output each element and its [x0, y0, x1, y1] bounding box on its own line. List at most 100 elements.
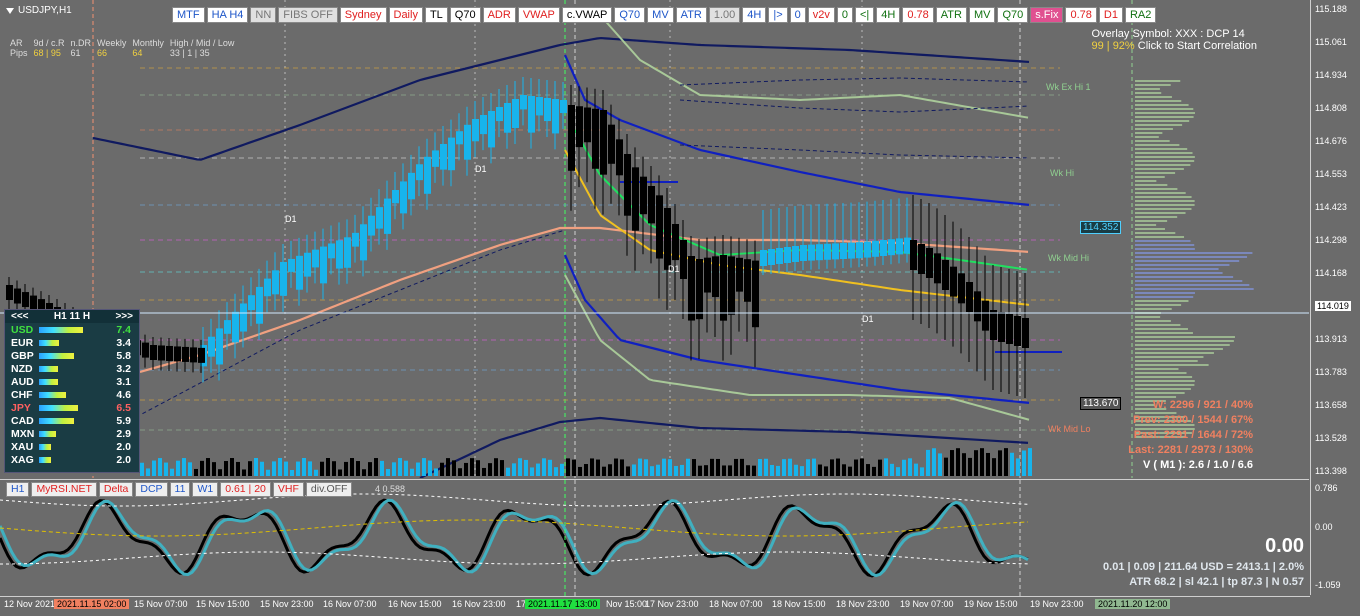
toolbar-button-mv-12[interactable]: MV [647, 7, 674, 23]
toolbar-button-adr-8[interactable]: ADR [482, 7, 516, 23]
candle-body [832, 243, 839, 260]
volume-bar [734, 458, 738, 476]
volume-bar [1022, 450, 1026, 476]
candle-body [400, 181, 407, 214]
strength-bar [39, 391, 67, 398]
candle-body [864, 241, 871, 258]
subwindow-button-6[interactable]: 0.61 | 20 [220, 482, 271, 497]
toolbar-button-daily-5[interactable]: Daily [388, 7, 423, 23]
candle-body [704, 257, 711, 293]
toolbar-button-sydney-4[interactable]: Sydney [339, 7, 387, 23]
toolbar-button-q70-7[interactable]: Q70 [449, 7, 481, 23]
toolbar-button-0-17[interactable]: 0 [789, 7, 806, 23]
volume-bar [710, 458, 714, 476]
position-stats: 0.01 | 0.09 | 211.64 USD = 2413.1 | 2.0%… [1103, 560, 1304, 590]
volume-bar [440, 462, 444, 476]
rsi-axis-label: 0.786 [1315, 483, 1338, 493]
main-price-chart[interactable]: Wk Ex Hi 1 Wk Hi Wk Mid Hi Wk Mid Lo D1 D1 D1 D… [0, 0, 1309, 479]
overlay-line2[interactable]: 99 | 92% Click to Start Correlation [1091, 40, 1257, 52]
toolbar-button-4h-15[interactable]: 4H [742, 7, 767, 23]
toolbar-button-fibs-off-3[interactable]: FIBS OFF [278, 7, 338, 23]
toolbar-button-atr-13[interactable]: ATR [675, 7, 707, 23]
volume-bar [338, 469, 342, 476]
overlay-click-text[interactable]: Click to Start Correlation [1138, 40, 1257, 52]
time-axis-label: 12 Nov 2021 [4, 599, 56, 609]
toolbar-button-q70-25[interactable]: Q70 [997, 7, 1029, 23]
toolbar-button-d1-28[interactable]: D1 [1098, 7, 1123, 23]
volume-bar [662, 458, 666, 476]
toolbar-button-c-vwap-10[interactable]: c.VWAP [561, 7, 613, 23]
volume-bar [758, 459, 762, 476]
volume-bar [248, 461, 252, 476]
time-axis[interactable]: 12 Nov 2021 2021.11.15 02:00 15 Nov 07:00 1… [0, 596, 1310, 616]
toolbar-button-s-fix-26[interactable]: s.Fix [1030, 7, 1064, 23]
price-axis[interactable]: 115.188 115.061 114.934 114.808 114.676 114.5… [1310, 0, 1360, 595]
volume-bar [554, 467, 558, 476]
position-stats-line1: 0.01 | 0.09 | 211.64 USD = 2413.1 | 2.0% [1103, 561, 1304, 573]
pip-stat-cell: Monthly [132, 38, 164, 48]
time-axis-label: 18 Nov 23:00 [836, 599, 890, 609]
subwindow-button-8[interactable]: div.OFF [305, 482, 353, 497]
volume-bar [806, 459, 810, 476]
volume-profile-bar [1135, 212, 1186, 214]
volume-profile-bar [1135, 128, 1173, 130]
volume-bar [800, 466, 804, 476]
toolbar-button-vwap-9[interactable]: VWAP [517, 7, 560, 23]
toolbar-button-4h-21[interactable]: 4H [876, 7, 901, 23]
volume-profile-bar [1135, 320, 1171, 322]
pip-stat-cell: AR [10, 38, 23, 48]
toolbar-button-mtf-0[interactable]: MTF [172, 7, 205, 23]
toolbar-button-1-00-14[interactable]: 1.00 [708, 7, 741, 23]
toolbar-button-ra2-29[interactable]: RA2 [1124, 7, 1157, 23]
toolbar-button-0-78-27[interactable]: 0.78 [1065, 7, 1097, 23]
toolbar-button-v2v-18[interactable]: v2v [807, 7, 835, 23]
toolbar-button-0-19[interactable]: 0 [836, 7, 853, 23]
candle-body [280, 262, 287, 296]
subwindow-button-0[interactable]: H1 [6, 482, 30, 497]
subwindow-button-5[interactable]: W1 [192, 482, 219, 497]
volume-profile-bar [1135, 268, 1219, 270]
candle-body [312, 249, 319, 268]
candle-body [288, 258, 295, 272]
candle-body [990, 310, 997, 340]
subwindow-button-1[interactable]: MyRSI.NET [31, 482, 97, 497]
toolbar-button-0-78-22[interactable]: 0.78 [902, 7, 934, 23]
candle-body [384, 198, 391, 234]
volume-profile-bar [1135, 88, 1160, 90]
symbol-title[interactable]: USDJPY,H1 [6, 5, 72, 16]
subwindow-button-7[interactable]: VHF [272, 482, 304, 497]
candle-body [640, 176, 647, 215]
range-stat-line: V ( M1 ): 2.6 / 1.0 / 6.6 [1142, 459, 1253, 471]
volume-bar [494, 458, 498, 476]
volume-profile-bar [1135, 136, 1159, 138]
volume-bar [206, 458, 210, 476]
subwindow-button-3[interactable]: DCP [135, 482, 168, 497]
range-stat-line: Last: 2281 / 2973 / 130% [1128, 444, 1253, 456]
strength-prev-button[interactable]: <<< [11, 311, 29, 322]
volume-bar [944, 457, 948, 476]
toolbar-button-atr-23[interactable]: ATR [935, 7, 967, 23]
volume-profile-bar [1135, 392, 1185, 394]
volume-bar [890, 463, 894, 476]
candle-body [576, 106, 583, 148]
toolbar-button-nn-2[interactable]: NN [250, 7, 277, 23]
subwindow-button-2[interactable]: Delta [98, 482, 134, 497]
overlay-symbol-info[interactable]: Overlay Symbol: XXX : DCP 14 99 | 92% Cl… [1091, 28, 1257, 52]
toolbar-button-tl-6[interactable]: TL [424, 7, 448, 23]
toolbar-button-q70-11[interactable]: Q70 [614, 7, 646, 23]
toolbar-button-mv-24[interactable]: MV [968, 7, 996, 23]
candle-body [552, 99, 559, 134]
toolbar-button-ha-h4-1[interactable]: HA H4 [206, 7, 249, 23]
toolbar-button---20[interactable]: <| [855, 7, 875, 23]
candle-body [198, 347, 205, 363]
volume-bar [770, 464, 774, 476]
strength-value: 7.4 [116, 323, 131, 336]
toolbar-button---16[interactable]: |> [768, 7, 788, 23]
candle-body [728, 256, 735, 315]
volume-profile-bar [1135, 276, 1234, 278]
candle-body [408, 172, 415, 200]
subwindow-button-4[interactable]: 11 [169, 482, 191, 497]
strength-next-button[interactable]: >>> [115, 311, 133, 322]
strength-value: 3.2 [116, 362, 131, 375]
volume-bar [872, 466, 876, 476]
